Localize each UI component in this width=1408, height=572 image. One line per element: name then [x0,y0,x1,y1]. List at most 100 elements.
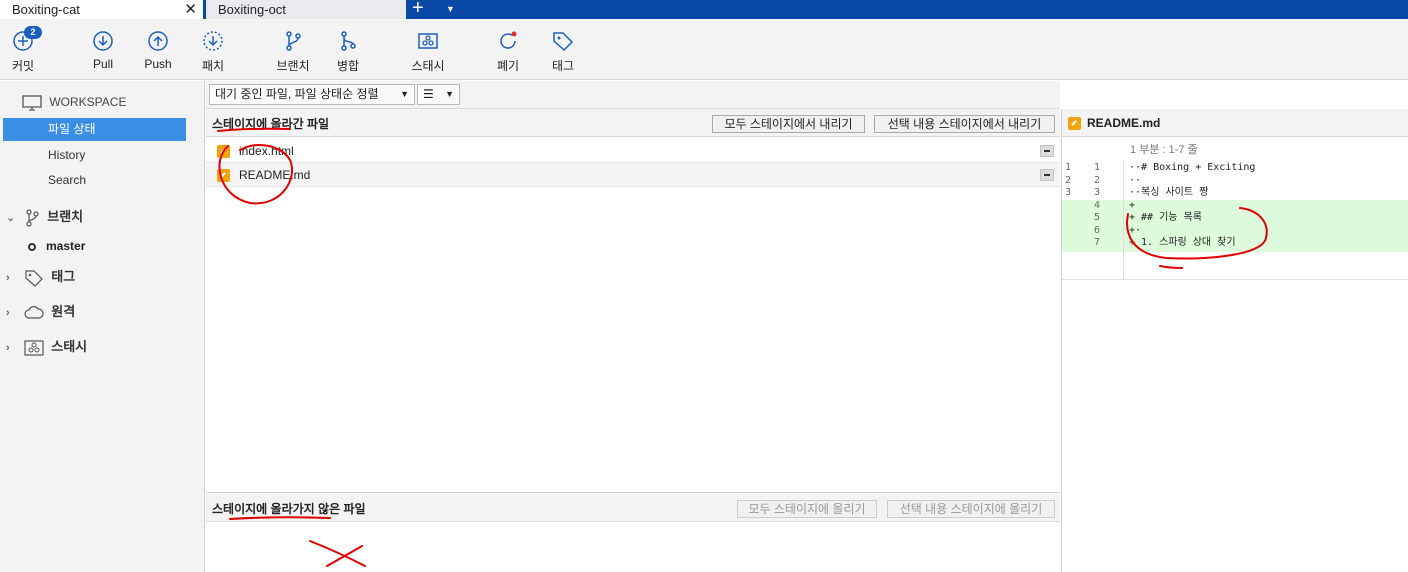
unstage-all-button[interactable]: 모두 스테이지에서 내리기 [712,115,865,133]
tab-label: Boxiting-cat [12,2,80,17]
unstage-selected-button[interactable]: 선택 내용 스테이지에서 내리기 [874,115,1055,133]
new-line-number: 4 [1094,199,1101,211]
sidebar-group-tags[interactable]: › 태그 [6,266,75,288]
sidebar-item-label: History [48,148,86,162]
sidebar-group-label: 브랜치 [47,209,84,224]
tag-button[interactable]: 태그 [536,29,590,74]
diff-line-added[interactable]: 4 + [1062,199,1408,212]
stage-selected-button[interactable]: 선택 내용 스테이지에 올리기 [887,500,1055,518]
pull-label: Pull [92,57,113,71]
merge-label: 병합 [336,59,360,73]
diff-lines: 1 1 ··# Boxing + Exciting 2 2 ·· 3 3 ··복싱 사이트 … [1062,160,1408,280]
modified-file-icon [217,145,230,158]
commit-label: 커밋 [11,59,35,73]
staged-title: 스테이지에 올라간 파일 [212,117,330,131]
chevron-down-icon: ⌄ [6,212,16,224]
modified-file-icon [217,169,230,182]
view-mode-dropdown[interactable]: ☰ ▼ [417,84,460,105]
commit-count-badge: 2 [24,26,42,39]
branch-icon [286,31,301,51]
add-tab-icon[interactable]: + [412,0,424,18]
old-line-number: 2 [1065,174,1072,186]
toolbar: 2 커밋 Pull Push 패치 브랜치 병합 스태시 폐기 태그 [0,19,1408,80]
sidebar-group-stashes[interactable]: › 스태시 [6,336,87,358]
pull-icon [93,31,113,51]
hunk-header: 1 부분 : 1-7 줄 [1130,144,1198,156]
staged-file-list [206,137,1060,493]
chevron-down-icon[interactable]: ▼ [446,0,455,19]
merge-button[interactable]: 병합 [321,29,375,74]
pull-button[interactable]: Pull [76,29,130,71]
diff-line[interactable]: 2 2 ·· [1062,175,1408,188]
discard-icon [500,31,517,49]
fetch-icon [203,31,223,51]
line-code: + ## 기능 목록 [1129,212,1202,223]
diff-line[interactable]: 3 3 ··복싱 사이트 짱 [1062,187,1408,200]
diff-line-added[interactable]: 6 +· [1062,224,1408,237]
diff-gutter-divider [1123,160,1124,280]
tab-label: Boxiting-oct [218,2,286,17]
diff-line-added[interactable]: 5 + ## 기능 목록 [1062,212,1408,225]
unstaged-header: 스테이지에 올라가지 않은 파일 모두 스테이지에 올리기 선택 내용 스테이지… [206,494,1060,522]
unstage-file-button[interactable] [1040,145,1054,157]
stash-icon [418,33,438,49]
sidebar: WORKSPACE 파일 상태 History Search ⌄ 브랜치 mas… [0,81,205,572]
new-line-number: 2 [1094,174,1101,186]
new-line-number: 5 [1094,212,1101,223]
close-icon[interactable]: ✕ [184,0,197,19]
sidebar-item-history[interactable]: History [3,144,186,167]
workspace-header: WORKSPACE [22,91,126,113]
discard-label: 폐기 [496,59,520,73]
fetch-button[interactable]: 패치 [186,29,240,74]
chevron-right-icon: › [6,342,10,354]
sidebar-item-label: Search [48,173,87,187]
tag-icon [25,269,43,287]
list-icon: ☰ [423,87,434,101]
stage-all-button[interactable]: 모두 스테이지에 올리기 [737,500,877,518]
line-code: ··# Boxing + Exciting [1129,162,1256,173]
line-code: ·· [1129,174,1142,186]
push-button[interactable]: Push [131,29,185,71]
diff-line[interactable]: 1 1 ··# Boxing + Exciting [1062,162,1408,175]
sidebar-group-remotes[interactable]: › 원격 [6,301,75,323]
chevron-down-icon: ▼ [400,89,409,99]
sidebar-item-search[interactable]: Search [3,169,186,192]
new-line-number: 3 [1094,187,1101,198]
tag-label: 태그 [551,59,575,73]
diff-line-added[interactable]: 7 + 1. 스파링 상대 찾기 [1062,237,1408,252]
branch-label: master [46,239,86,253]
line-code: + [1129,199,1136,211]
staged-file-row[interactable]: README.md [206,163,1060,187]
branch-label: 브랜치 [276,59,310,73]
staged-file-row[interactable]: index.html [206,139,1060,163]
old-line-number: 1 [1065,162,1072,173]
monitor-icon [22,95,42,111]
sidebar-group-branches[interactable]: ⌄ 브랜치 [6,206,83,228]
sidebar-item-file-status[interactable]: 파일 상태 [3,118,186,141]
chevron-right-icon: › [6,307,10,319]
diff-filename: README.md [1087,116,1161,130]
file-name: index.html [239,144,294,158]
file-name: README.md [239,168,311,182]
tab-boxiting-cat[interactable]: Boxiting-cat ✕ [0,0,203,19]
branch-item-master[interactable]: master [28,238,85,254]
workspace-label: WORKSPACE [49,95,127,109]
branch-icon [26,208,39,227]
stash-icon [24,339,44,356]
modified-file-icon [1068,117,1081,130]
commit-button[interactable]: 2 커밋 [0,26,50,74]
discard-button[interactable]: 폐기 [481,29,535,74]
diff-panel: README.md 1 부분 : 1-7 줄 1 1 ··# Boxing + Ex… [1061,109,1408,572]
new-line-number: 6 [1094,224,1101,236]
unstaged-file-list [206,522,1060,572]
sort-dropdown[interactable]: 대기 중인 파일, 파일 상태순 정렬 ▼ [209,84,415,105]
branch-button[interactable]: 브랜치 [266,29,320,74]
filter-bar: 대기 중인 파일, 파일 상태순 정렬 ▼ ☰ ▼ [206,81,1060,109]
staged-header: 스테이지에 올라간 파일 모두 스테이지에서 내리기 선택 내용 스테이지에서 … [206,109,1060,137]
tab-boxiting-oct[interactable]: Boxiting-oct [206,0,406,19]
unstage-file-button[interactable] [1040,169,1054,181]
new-line-number: 7 [1094,237,1101,248]
line-code: ··복싱 사이트 짱 [1129,187,1209,198]
stash-button[interactable]: 스태시 [401,29,455,74]
sidebar-item-label: 파일 상태 [48,122,96,136]
